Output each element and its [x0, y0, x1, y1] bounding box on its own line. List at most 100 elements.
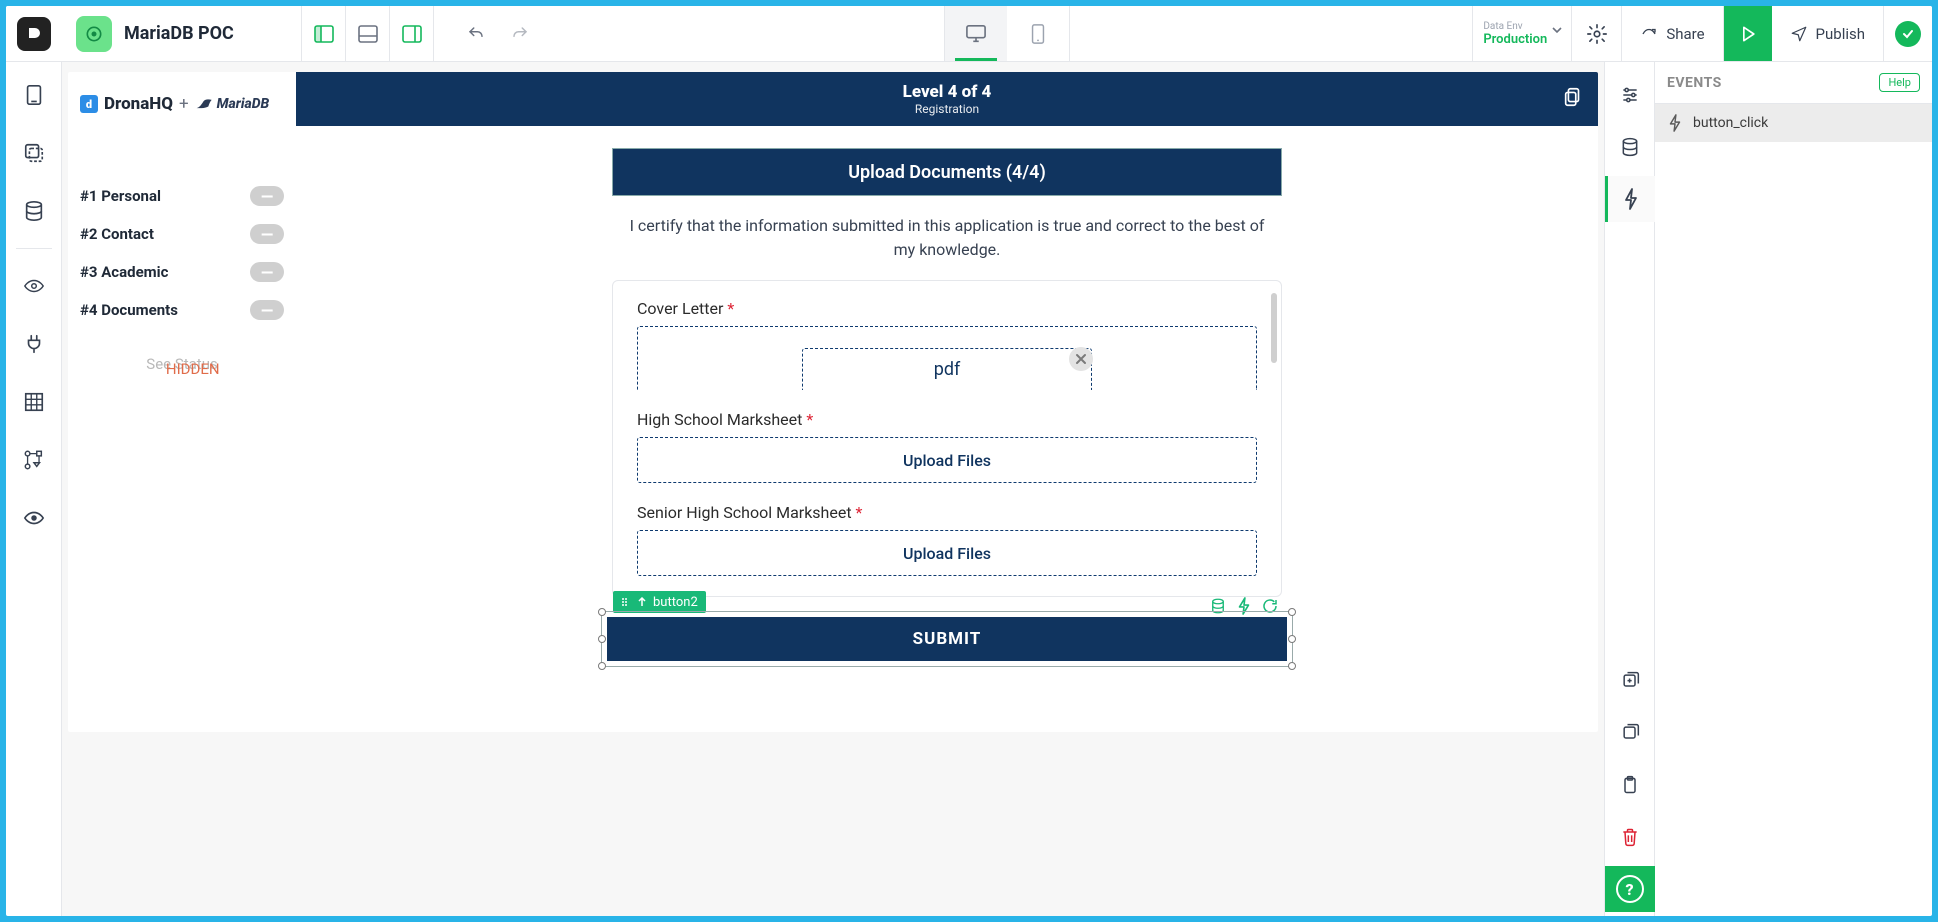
play-icon: [1738, 24, 1758, 44]
element-refresh-icon[interactable]: [1259, 595, 1281, 617]
element-data-icon[interactable]: [1207, 595, 1229, 617]
duplicate-plus-icon: [1620, 671, 1640, 691]
high-school-label: High School Marksheet *: [637, 410, 1257, 429]
rail-paste-button[interactable]: [1605, 762, 1655, 808]
event-row-button-click[interactable]: button_click: [1655, 104, 1932, 142]
rail-screens-button[interactable]: [6, 74, 62, 116]
rail-connectors-button[interactable]: [6, 323, 62, 365]
workflow-icon: [23, 449, 45, 471]
rail-add-button[interactable]: [1605, 658, 1655, 704]
left-rail: [6, 62, 62, 916]
rail-copy-button[interactable]: [1605, 710, 1655, 756]
settings-button[interactable]: [1572, 6, 1622, 61]
close-icon: [1075, 353, 1087, 365]
header-title: Level 4 of 4: [903, 82, 992, 102]
platform-logo[interactable]: [6, 6, 62, 61]
submit-button[interactable]: SUBMIT: [607, 617, 1287, 661]
app-name: MariaDB POC: [124, 23, 234, 44]
hidden-status-row: See Status HIDDEN: [80, 354, 284, 373]
rail-preview-button[interactable]: [6, 497, 62, 539]
step-personal[interactable]: #1 Personal —: [80, 186, 284, 206]
desktop-preview-button[interactable]: [945, 6, 1007, 61]
certification-text: I certify that the information submitted…: [627, 214, 1267, 262]
publish-button[interactable]: Publish: [1772, 6, 1884, 61]
device-preview-group: [944, 6, 1070, 61]
data-env-dropdown[interactable]: Data Env Production: [1472, 6, 1572, 61]
check-circle-icon: [1895, 21, 1921, 47]
rail-visibility-button[interactable]: [6, 265, 62, 307]
dronahq-mini-icon: d: [80, 95, 98, 113]
panel-right-button[interactable]: [390, 6, 434, 61]
rail-data-source-button[interactable]: [1605, 124, 1655, 170]
grid-icon: [23, 391, 45, 413]
copy-icon[interactable]: [1562, 86, 1584, 108]
rail-database-button[interactable]: [6, 190, 62, 232]
gear-icon: [1586, 23, 1608, 45]
rail-events-button[interactable]: [1605, 176, 1655, 222]
rail-properties-button[interactable]: [1605, 72, 1655, 118]
rail-table-button[interactable]: [6, 381, 62, 423]
events-help-button[interactable]: Help: [1879, 73, 1920, 92]
preview-play-button[interactable]: [1724, 6, 1772, 61]
chevron-down-icon: [1551, 24, 1563, 36]
submit-button-wrapper: button2 SUBMIT: [607, 617, 1287, 661]
resize-handle[interactable]: [1288, 608, 1296, 616]
canvas-sidebar: d DronaHQ + MariaDB #1 Personal —: [68, 72, 296, 732]
resize-handle[interactable]: [1288, 662, 1296, 670]
status-check-button[interactable]: [1884, 6, 1932, 61]
step-academic[interactable]: #3 Academic —: [80, 262, 284, 282]
redo-button[interactable]: [498, 6, 542, 61]
resize-handle[interactable]: [598, 662, 606, 670]
app-root: MariaDB POC: [6, 6, 1932, 916]
undo-button[interactable]: [454, 6, 498, 61]
layers-icon: [23, 142, 45, 164]
cover-letter-label: Cover Letter *: [637, 299, 1257, 318]
step-documents[interactable]: #4 Documents —: [80, 300, 284, 320]
app-name-box[interactable]: MariaDB POC: [62, 6, 302, 61]
element-events-icon[interactable]: [1233, 595, 1255, 617]
resize-handle[interactable]: [598, 608, 606, 616]
rail-help-button[interactable]: ?: [1605, 866, 1655, 912]
step-minus-icon: —: [250, 224, 284, 244]
question-icon: ?: [1616, 875, 1644, 903]
share-button[interactable]: Share: [1622, 6, 1723, 61]
scrollbar-indicator[interactable]: [1271, 293, 1277, 363]
app-badge-icon: [76, 16, 112, 52]
high-school-upload-box[interactable]: Upload Files: [637, 437, 1257, 483]
upload-text: Upload Files: [903, 544, 991, 563]
rail-delete-button[interactable]: [1605, 814, 1655, 860]
data-env-label: Data Env: [1483, 21, 1561, 32]
mobile-preview-button[interactable]: [1007, 6, 1069, 61]
canvas: d DronaHQ + MariaDB #1 Personal —: [68, 72, 1598, 732]
desktop-icon: [965, 24, 987, 44]
step-label: #3 Academic: [80, 263, 168, 281]
rail-layers-button[interactable]: [6, 132, 62, 174]
history-buttons: [454, 6, 542, 61]
selection-tag[interactable]: button2: [613, 591, 706, 613]
remove-file-button[interactable]: [1069, 347, 1093, 371]
senior-high-school-upload-box[interactable]: Upload Files: [637, 530, 1257, 576]
field-senior-high-school: Senior High School Marksheet * Upload Fi…: [637, 503, 1257, 576]
sliders-icon: [1620, 85, 1640, 105]
panel-left-button[interactable]: [302, 6, 346, 61]
form-header: Level 4 of 4 Registration: [296, 72, 1598, 126]
brand-mariadb: MariaDB: [195, 96, 270, 112]
mariadb-icon: [195, 97, 215, 111]
element-action-icons: [1207, 595, 1281, 617]
panel-bottom-button[interactable]: [346, 6, 390, 61]
step-contact[interactable]: #2 Contact —: [80, 224, 284, 244]
senior-high-school-label: Senior High School Marksheet *: [637, 503, 1257, 522]
event-row-label: button_click: [1693, 115, 1768, 131]
paper-plane-icon: [1790, 25, 1808, 43]
uploaded-file-chip: pdf: [802, 348, 1092, 390]
step-minus-icon: —: [250, 186, 284, 206]
events-title: EVENTS: [1667, 75, 1722, 91]
resize-handle[interactable]: [598, 635, 606, 643]
resize-handle[interactable]: [1288, 635, 1296, 643]
selection-tag-label: button2: [653, 595, 698, 610]
cover-letter-upload-box[interactable]: pdf: [637, 326, 1257, 390]
step-minus-icon: —: [250, 262, 284, 282]
rail-workflow-button[interactable]: [6, 439, 62, 481]
mobile-icon: [1031, 24, 1045, 44]
section-title: Upload Documents (4/4): [612, 148, 1282, 196]
